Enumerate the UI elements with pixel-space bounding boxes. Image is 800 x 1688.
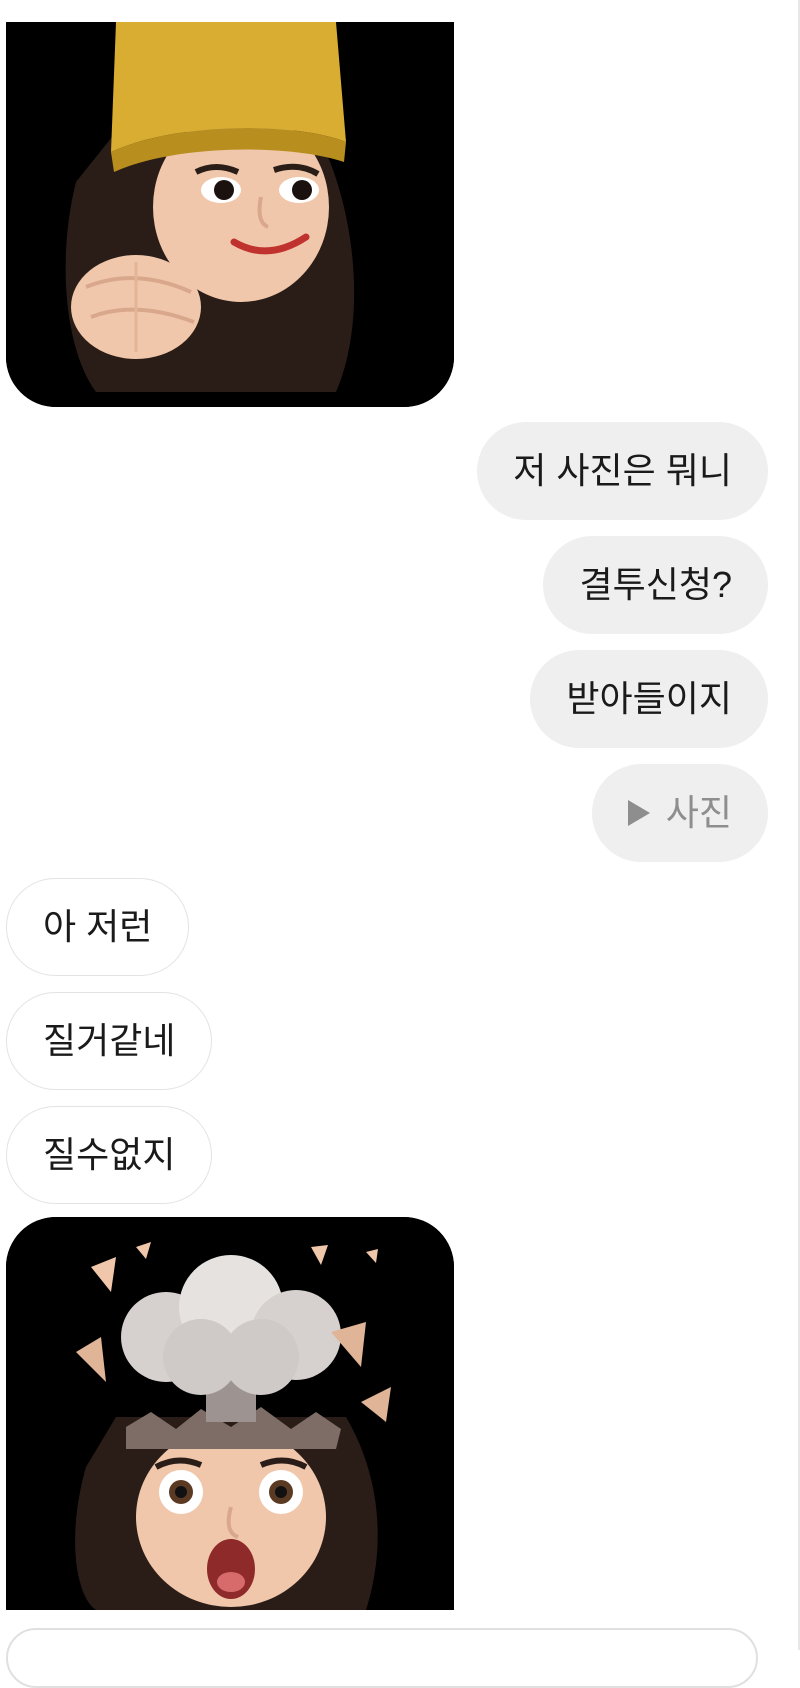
message-composer[interactable] [6,1628,758,1688]
play-icon [627,800,650,826]
message-bubble-received[interactable]: 질거같네 [6,992,213,1090]
message-bubble-sent[interactable]: 결투신청? [543,536,768,634]
message-text: 아 저런 [43,906,153,947]
message-bubble-received[interactable]: 아 저런 [6,878,190,976]
message-bubble-received[interactable]: 질수없지 [6,1106,213,1204]
message-text: 저 사진은 뭐니 [513,450,732,491]
memoji-mind-blown-sticker[interactable] [6,1217,454,1610]
photo-message-bubble[interactable]: 사진 [591,764,768,862]
message-text: 질거같네 [43,1020,176,1061]
memoji-crown-punch-sticker[interactable] [6,22,454,407]
photo-label: 사진 [665,792,732,833]
message-bubble-sent[interactable]: 받아들이지 [530,650,768,748]
message-text: 질수없지 [43,1134,176,1175]
message-text: 받아들이지 [566,678,732,719]
memoji-crown-punch-icon [6,22,454,407]
memoji-mind-blown-icon [6,1217,454,1610]
message-bubble-sent[interactable]: 저 사진은 뭐니 [477,422,768,520]
message-text: 결투신청? [579,564,732,605]
